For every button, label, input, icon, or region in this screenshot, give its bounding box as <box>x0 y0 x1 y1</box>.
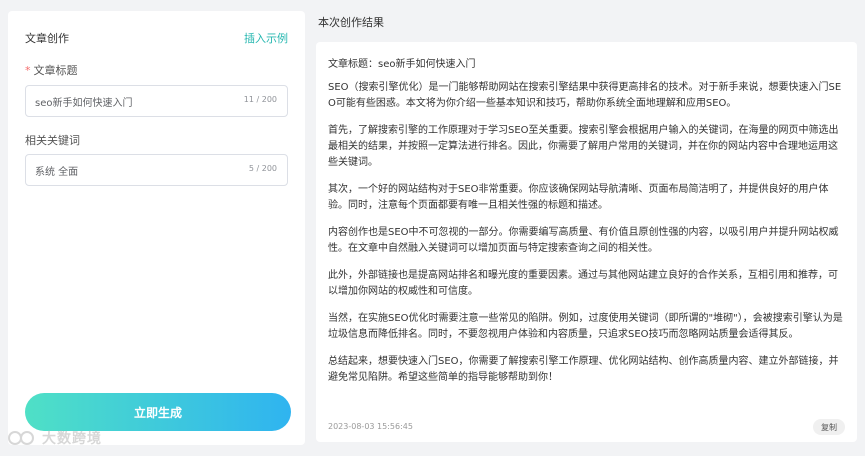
keywords-input[interactable] <box>35 155 235 185</box>
article-title-char-count: 11 / 200 <box>243 95 277 104</box>
result-card: 文章标题：seo新手如何快速入门 SEO（搜索引擎优化）是一门能够帮助网站在搜索… <box>316 42 857 442</box>
result-paragraph: 首先，了解搜索引擎的工作原理对于学习SEO至关重要。搜索引擎会根据用户输入的关键… <box>328 125 839 168</box>
result-paragraph: SEO（搜索引擎优化）是一门能够帮助网站在搜索引擎结果中获得更高排名的技术。对于… <box>328 82 842 109</box>
required-mark: * <box>25 64 31 77</box>
result-timestamp: 2023-08-03 15:56:45 <box>328 422 413 431</box>
article-title-label: * 文章标题 <box>25 62 78 78</box>
result-paragraph: 此外，外部链接也是提高网站排名和曝光度的重要因素。通过与其他网站建立良好的合作关… <box>328 270 838 297</box>
creation-form-panel: 文章创作 插入示例 *文章标题 11 / 200 相关关键词 5 / 200 立… <box>8 11 305 445</box>
result-header: 本次创作结果 <box>318 16 384 29</box>
result-paragraph: 总结起来，想要快速入门SEO，你需要了解搜索引擎工作原理、优化网站结构、创作高质… <box>328 356 839 383</box>
copy-button[interactable]: 复制 <box>813 419 845 435</box>
article-title-label-text: 文章标题 <box>33 64 78 77</box>
result-article-title: 文章标题：seo新手如何快速入门 <box>328 59 476 70</box>
brand-watermark-text: 大数跨境 <box>42 431 102 447</box>
brand-watermark: 大数跨境 <box>8 428 102 448</box>
keywords-label: 相关关键词 <box>25 134 80 147</box>
insert-example-link[interactable]: 插入示例 <box>244 30 288 46</box>
result-paragraph: 其次，一个好的网站结构对于SEO非常重要。你应该确保网站导航清晰、页面布局简洁明… <box>328 184 829 211</box>
generate-button[interactable]: 立即生成 <box>25 393 291 431</box>
keywords-char-count: 5 / 200 <box>248 164 277 173</box>
result-paragraph: 当然，在实施SEO优化时需要注意一些常见的陷阱。例如，过度使用关键词（即所谓的"… <box>328 313 843 340</box>
brand-logo-icon <box>8 431 34 445</box>
form-title: 文章创作 <box>25 32 69 45</box>
article-title-input[interactable] <box>35 86 235 116</box>
result-body: SEO（搜索引擎优化）是一门能够帮助网站在搜索引擎结果中获得更高排名的技术。对于… <box>328 80 846 397</box>
keywords-field[interactable]: 5 / 200 <box>25 154 288 186</box>
article-title-field[interactable]: 11 / 200 <box>25 85 288 117</box>
result-paragraph: 内容创作也是SEO中不可忽视的一部分。你需要编写高质量、有价值且原创性强的内容，… <box>328 227 839 254</box>
